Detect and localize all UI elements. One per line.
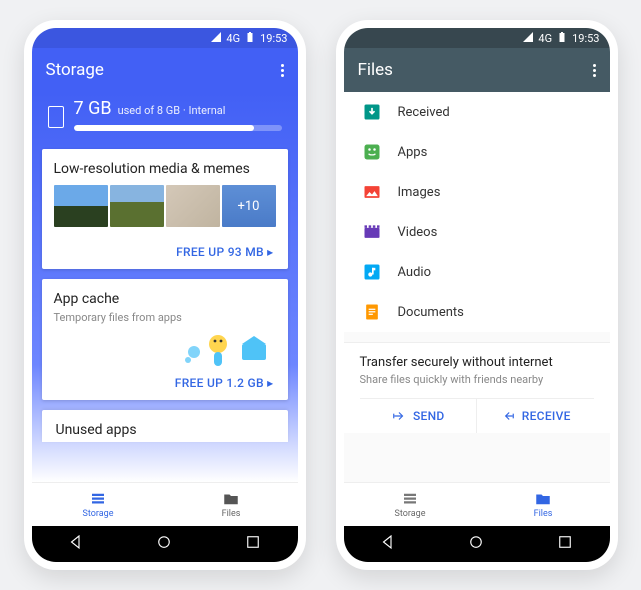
category-label: Received — [398, 105, 450, 120]
network-label: 4G — [538, 32, 552, 45]
thumbnail[interactable] — [166, 185, 220, 227]
send-button[interactable]: SEND — [360, 399, 478, 433]
card-title: Unused apps — [56, 422, 274, 438]
card-title: App cache — [42, 279, 288, 315]
apps-icon — [362, 142, 382, 162]
more-icon[interactable] — [593, 64, 596, 77]
transfer-subtitle: Share files quickly with friends nearby — [360, 373, 594, 386]
clock-text: 19:53 — [572, 32, 599, 45]
cache-illustration — [42, 332, 288, 368]
recent-icon[interactable] — [556, 533, 574, 555]
storage-progress-fill — [74, 125, 255, 131]
card-title: Low-resolution media & memes — [42, 149, 288, 185]
transfer-card: Transfer securely without internet Share… — [344, 342, 610, 433]
page-title: Files — [358, 60, 393, 80]
page-title: Storage — [46, 60, 104, 80]
category-label: Audio — [398, 265, 431, 280]
back-icon[interactable] — [67, 533, 85, 555]
storage-total: used of 8 GB · Internal — [118, 104, 226, 117]
battery-icon — [244, 31, 256, 46]
video-icon — [362, 222, 382, 242]
card-subtitle: Temporary files from apps — [42, 311, 288, 332]
category-images[interactable]: Images — [344, 172, 610, 212]
image-icon — [362, 182, 382, 202]
network-label: 4G — [226, 32, 240, 45]
transfer-title: Transfer securely without internet — [360, 355, 594, 370]
app-bar: Storage — [32, 48, 298, 92]
card-appcache[interactable]: App cache Temporary files from apps FREE… — [42, 279, 288, 400]
category-documents[interactable]: Documents — [344, 292, 610, 332]
battery-icon — [556, 31, 568, 46]
tab-storage[interactable]: Storage — [344, 483, 477, 526]
app-bar: Files — [344, 48, 610, 92]
category-label: Documents — [398, 305, 464, 320]
category-list: Received Apps Images Videos Audio Documents — [344, 92, 610, 332]
tab-files[interactable]: Files — [165, 483, 298, 526]
bottom-nav: Storage Files — [344, 482, 610, 526]
send-icon — [391, 409, 407, 423]
back-icon[interactable] — [379, 533, 397, 555]
free-up-button[interactable]: FREE UP 93 MB ▸ — [42, 237, 288, 269]
device-icon — [48, 106, 64, 128]
thumbnail-overflow[interactable]: +10 — [222, 185, 276, 227]
category-label: Videos — [398, 225, 438, 240]
tab-files[interactable]: Files — [477, 483, 610, 526]
signal-icon — [210, 31, 222, 46]
category-audio[interactable]: Audio — [344, 252, 610, 292]
category-received[interactable]: Received — [344, 92, 610, 132]
receive-button[interactable]: RECEIVE — [477, 399, 594, 433]
signal-icon — [522, 31, 534, 46]
card-unused-apps[interactable]: Unused apps — [42, 410, 288, 442]
phone-right: 4G 19:53 Files Received Apps Images Videos A… — [336, 20, 618, 570]
status-bar: 4G 19:53 — [32, 28, 298, 48]
system-nav — [32, 526, 298, 562]
thumbnail-row: +10 — [42, 185, 288, 237]
recent-icon[interactable] — [244, 533, 262, 555]
category-label: Apps — [398, 145, 428, 160]
home-icon[interactable] — [155, 533, 173, 555]
files-content: Received Apps Images Videos Audio Documents T… — [344, 92, 610, 482]
card-media[interactable]: Low-resolution media & memes +10 FREE UP… — [42, 149, 288, 269]
storage-content: 7 GB used of 8 GB · Internal Low-resolut… — [32, 92, 298, 482]
storage-used: 7 GB — [74, 98, 112, 119]
system-nav — [344, 526, 610, 562]
category-videos[interactable]: Videos — [344, 212, 610, 252]
storage-summary[interactable]: 7 GB used of 8 GB · Internal — [42, 92, 288, 149]
audio-icon — [362, 262, 382, 282]
phone-left: 4G 19:53 Storage 7 GB used of 8 GB · Int… — [24, 20, 306, 570]
free-up-button[interactable]: FREE UP 1.2 GB ▸ — [42, 368, 288, 400]
thumbnail[interactable] — [54, 185, 108, 227]
doc-icon — [362, 302, 382, 322]
more-icon[interactable] — [281, 64, 284, 77]
thumbnail[interactable] — [110, 185, 164, 227]
bottom-nav: Storage Files — [32, 482, 298, 526]
tab-storage[interactable]: Storage — [32, 483, 165, 526]
category-label: Images — [398, 185, 441, 200]
home-icon[interactable] — [467, 533, 485, 555]
storage-progress — [74, 125, 282, 131]
category-apps[interactable]: Apps — [344, 132, 610, 172]
download-icon — [362, 102, 382, 122]
clock-text: 19:53 — [260, 32, 287, 45]
status-bar: 4G 19:53 — [344, 28, 610, 48]
receive-icon — [500, 409, 516, 423]
